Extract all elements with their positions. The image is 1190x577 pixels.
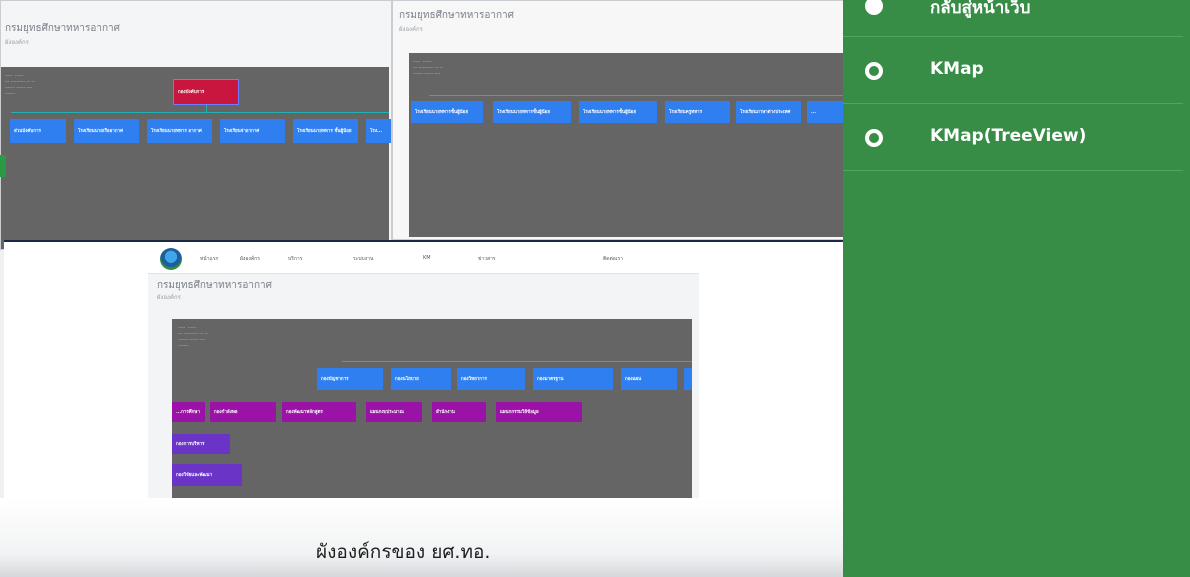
caption-text: ผังองค์กรของ ยศ.ทอ. — [316, 541, 491, 563]
org-node[interactable]: แผนกกรรมวิธีข้อมูล — [496, 402, 582, 422]
org-node[interactable]: ส่วนบังคับการ — [10, 119, 66, 143]
nav-services[interactable]: บริการ — [288, 255, 302, 263]
org-node-label: กองบังคับการ — [178, 89, 205, 95]
org-node[interactable]: กองวิจัยและพัฒนา — [172, 464, 242, 486]
org-node[interactable]: โรงเรียนนายทหารชั้นผู้น้อย — [493, 101, 571, 123]
screenshot-top-left: กรมยุทธศึกษาทหารอากาศ ผังองค์กร ----- --… — [0, 0, 392, 250]
menu-item-label: KMap — [930, 59, 984, 79]
chart-info-text: ----- ------ --- ---------- --- -- -----… — [413, 59, 443, 76]
org-node[interactable]: กองมาตรฐาน — [533, 368, 613, 390]
org-node[interactable]: โรงเรียนครูทหาร — [665, 101, 730, 123]
org-node[interactable]: กองบัญชาการ — [317, 368, 383, 390]
menu-item-kmap-treeview[interactable]: KMap(TreeView) — [843, 104, 1183, 171]
org-node[interactable]: โรงเรียนนายทหารชั้นผู้น้อย — [579, 101, 657, 123]
screenshot-bottom-page: กรมยุทธศึกษาทหารอากาศ ผังองค์กร ----- --… — [148, 274, 699, 498]
page-subtitle: ผังองค์กร — [5, 39, 29, 46]
menu-item-label: กลับสู่หน้าเว็บ — [930, 0, 1031, 18]
page-subtitle: ผังองค์กร — [157, 294, 181, 301]
nav-org[interactable]: ผังองค์กร — [240, 255, 260, 263]
org-node[interactable]: กองวิทยาการ — [457, 368, 525, 390]
org-chart-canvas: ----- ------ --- ---------- --- -- -----… — [409, 53, 843, 237]
org-node[interactable]: กองพัฒนาหลักสูตร — [282, 402, 356, 422]
screenshot-top-right: กรมยุทธศึกษาทหารอากาศ ผังองค์กร ----- --… — [392, 0, 844, 240]
org-node[interactable]: โรงเรียนนายทหารชั้นผู้น้อย — [411, 101, 483, 123]
nav-km[interactable]: KM — [423, 255, 431, 261]
org-node-root[interactable]: กองบังคับการ — [173, 79, 239, 105]
org-node[interactable]: โรงเรียนนายทหาร อากาศ — [147, 119, 212, 143]
menu-item-back-to-website[interactable]: กลับสู่หน้าเว็บ — [843, 0, 1183, 37]
org-chart-canvas: ----- ------ --- ---------- --- -- -----… — [172, 319, 692, 498]
nav-systems[interactable]: ระบบงาน — [353, 255, 373, 263]
page-subtitle: ผังองค์กร — [399, 26, 423, 33]
org-node[interactable]: โรงเรียนนายเรืออากาศ — [74, 119, 139, 143]
org-node[interactable]: โรงเรียนจ่าอากาศ — [220, 119, 285, 143]
site-logo — [160, 248, 182, 270]
org-node[interactable]: ... — [807, 101, 843, 123]
page-title: กรมยุทธศึกษาทหารอากาศ — [399, 10, 514, 21]
org-chart-canvas: ----- ------ --- ---------- --- -- -----… — [1, 67, 391, 249]
nav-home[interactable]: หน้าแรก — [200, 255, 218, 263]
menu-item-label: KMap(TreeView) — [930, 126, 1087, 146]
site-navbar: หน้าแรก ผังองค์กร บริการ ระบบงาน KM ข่าว… — [148, 243, 699, 274]
org-node[interactable] — [684, 368, 692, 390]
nav-contact[interactable]: ติดต่อเรา — [603, 255, 623, 263]
org-node[interactable]: ...การศึกษา — [172, 402, 205, 422]
org-node[interactable]: กองกำลังพล — [210, 402, 276, 422]
radio-circle-icon — [865, 62, 883, 80]
chart-info-text: ----- ------ --- ---------- --- -- -----… — [5, 73, 35, 96]
org-node[interactable]: โรงเรียนภาษาต่างประเทศ — [736, 101, 801, 123]
org-node[interactable]: แผนกงบประมาณ — [366, 402, 422, 422]
menu-item-kmap[interactable]: KMap — [843, 37, 1183, 104]
org-node[interactable]: กองการบริหาร — [172, 434, 230, 454]
org-node[interactable]: โรง... — [366, 119, 391, 143]
org-node[interactable]: สำนักงาน — [432, 402, 486, 422]
page-title: กรมยุทธศึกษาทหารอากาศ — [5, 23, 120, 34]
org-node[interactable]: กองนโยบาย — [391, 368, 451, 390]
globe-icon — [865, 0, 883, 15]
left-strip — [0, 155, 6, 177]
page-title: กรมยุทธศึกษาทหารอากาศ — [157, 280, 272, 291]
chart-info-text: ----- ------ --- ---------- --- -- -----… — [178, 325, 208, 348]
radio-circle-icon — [865, 129, 883, 147]
org-node[interactable]: กองแผน — [621, 368, 677, 390]
org-node[interactable]: โรงเรียนนายทหาร ชั้นผู้น้อย — [293, 119, 358, 143]
nav-news[interactable]: ข่าวสาร — [478, 255, 496, 263]
